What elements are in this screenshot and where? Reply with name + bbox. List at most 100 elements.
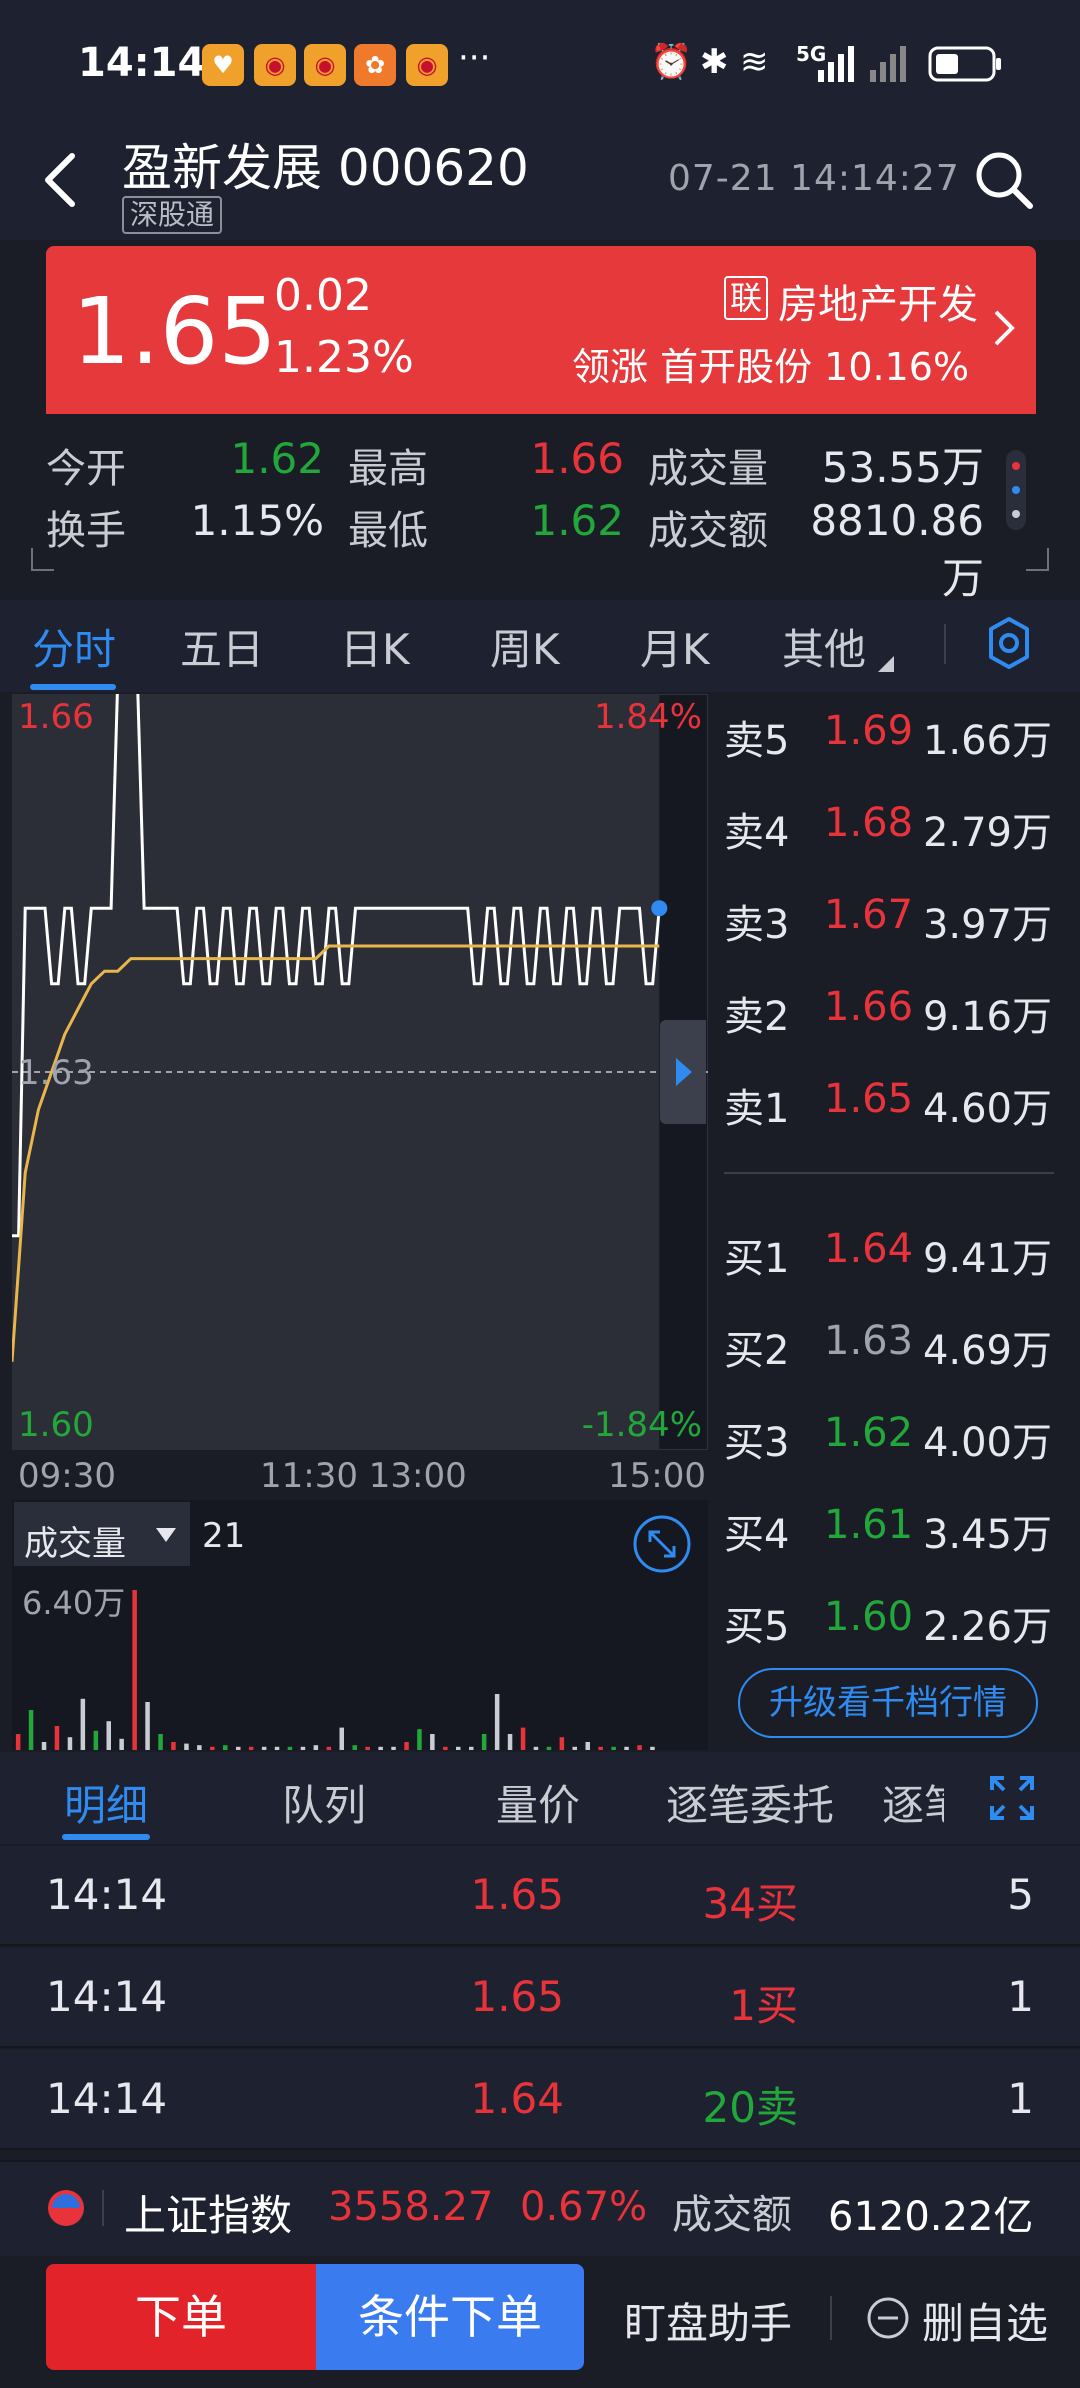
price-change: 0.02: [274, 270, 372, 321]
current-price: 1.65: [72, 278, 277, 385]
index-logo-icon: [48, 2190, 84, 2226]
y-bottom-price: 1.60: [18, 1405, 94, 1445]
trade-price: 1.65: [470, 1870, 564, 1919]
volume-bar: [481, 1734, 487, 1750]
volume-bar: [572, 1746, 577, 1750]
tab-underline: [30, 684, 116, 690]
volume-bar: [41, 1742, 47, 1750]
volume-bar: [15, 1734, 21, 1750]
volume-bar: [469, 1746, 474, 1750]
sector-name[interactable]: 房地产开发: [778, 272, 978, 330]
back-arrow-icon[interactable]: [40, 150, 80, 210]
ask-price[interactable]: 1.68: [824, 800, 913, 846]
stock-title: 盈新发展 000620: [122, 139, 529, 197]
trade-volume: 1买: [729, 1981, 798, 2030]
index-amount: 6120.22亿: [828, 2194, 1034, 2240]
wifi-icon: ≋: [740, 42, 769, 82]
weibo-icon: ◉: [304, 44, 346, 86]
tab-queue[interactable]: 队列: [282, 1772, 366, 1833]
volume-bar: [611, 1746, 616, 1750]
ask-price[interactable]: 1.69: [824, 708, 913, 754]
sector-badge: 联: [724, 276, 768, 320]
low-value: 1.62: [530, 496, 624, 545]
bid-label: 买5: [724, 1604, 790, 1650]
low-label: 最低: [348, 508, 428, 554]
volume-bar: [598, 1746, 603, 1750]
app-notification-icon: ♥: [202, 44, 244, 86]
play-arrow-icon: [676, 1058, 692, 1086]
sector-leader[interactable]: 领涨 首开股份 10.16%: [572, 336, 969, 391]
tab-underline: [62, 1834, 150, 1840]
bid-price[interactable]: 1.64: [824, 1226, 913, 1272]
bid-price[interactable]: 1.60: [824, 1594, 913, 1640]
tab-intraday[interactable]: 分时: [32, 616, 116, 677]
y-top-pct: 1.84%: [594, 697, 702, 737]
tab-volume-price[interactable]: 量价: [496, 1772, 580, 1833]
index-amount-label: 成交额: [672, 2192, 792, 2238]
tab-five-day[interactable]: 五日: [180, 616, 264, 677]
bid-price[interactable]: 1.62: [824, 1410, 913, 1456]
bid-price[interactable]: 1.61: [824, 1502, 913, 1548]
volume-bar: [417, 1729, 422, 1750]
trade-count: 1: [1007, 1972, 1034, 2021]
volume-bar: [93, 1730, 99, 1750]
fullscreen-icon[interactable]: [632, 1514, 692, 1574]
volume-bar: [404, 1742, 409, 1750]
expand-orderbook-handle[interactable]: [660, 1020, 706, 1124]
volume-bar: [287, 1746, 293, 1750]
remove-watchlist-button[interactable]: 删自选: [922, 2290, 1048, 2351]
volume-bar: [650, 1746, 655, 1750]
place-order-button[interactable]: 下单: [46, 2264, 316, 2370]
volume-bar: [197, 1745, 202, 1750]
expand-icon[interactable]: [990, 1776, 1034, 1820]
corner-mark: [1026, 548, 1049, 571]
bid-label: 买2: [724, 1328, 790, 1374]
gear-icon[interactable]: [982, 616, 1036, 670]
time-mid: 11:30 13:00: [260, 1456, 467, 1496]
bid-price[interactable]: 1.63: [824, 1318, 913, 1364]
chevron-right-icon[interactable]: [992, 308, 1016, 348]
volume-bar: [119, 1738, 124, 1750]
divider: [830, 2296, 832, 2340]
ask-volume: 3.97万: [922, 902, 1052, 948]
tab-order-by-order[interactable]: 逐笔委托: [666, 1772, 834, 1833]
open-label: 今开: [46, 446, 126, 492]
tab-daily-k[interactable]: 日K: [340, 616, 410, 677]
intraday-chart-svg: 1.66 1.84% 1.63 1.60 -1.84%: [12, 694, 708, 1450]
tab-monthly-k[interactable]: 月K: [640, 616, 710, 677]
conditional-order-button[interactable]: 条件下单: [316, 2264, 584, 2370]
tab-detail[interactable]: 明细: [64, 1772, 148, 1833]
bid-volume: 9.41万: [922, 1236, 1052, 1282]
volume-bar: [637, 1745, 642, 1750]
bluetooth-icon: ✱: [700, 42, 729, 82]
volume-bar: [158, 1734, 163, 1750]
time-start: 09:30: [18, 1456, 116, 1496]
volume-bar: [494, 1694, 500, 1750]
bid-volume: 4.69万: [922, 1328, 1052, 1374]
tab-other[interactable]: 其他: [782, 616, 866, 677]
index-change-pct: 0.67%: [520, 2184, 648, 2230]
upgrade-depth-button[interactable]: 升级看千档行情: [738, 1668, 1038, 1738]
volume-bar: [546, 1746, 552, 1750]
volume-bar: [456, 1746, 461, 1750]
more-icon[interactable]: [1006, 450, 1026, 530]
high-label: 最高: [348, 446, 428, 492]
turnover-label: 换手: [46, 508, 126, 554]
ask-price[interactable]: 1.67: [824, 892, 913, 938]
monitor-assistant-button[interactable]: 盯盘助手: [624, 2290, 792, 2351]
volume-bar: [533, 1746, 539, 1750]
index-name: 上证指数: [124, 2191, 293, 2240]
volume-indicator-label: 成交量: [24, 1524, 126, 1564]
trade-price: 1.65: [470, 1972, 564, 2021]
minus-circle-icon[interactable]: [866, 2296, 910, 2340]
volume-bar: [326, 1746, 332, 1750]
bid-label: 买3: [724, 1420, 790, 1466]
search-icon[interactable]: [972, 148, 1036, 212]
volume-bar: [443, 1746, 448, 1750]
ask-price[interactable]: 1.66: [824, 984, 913, 1030]
ask-label: 卖5: [724, 718, 790, 764]
volume-bar: [236, 1746, 241, 1750]
tab-trade-by-trade[interactable]: 逐笔: [882, 1772, 944, 1833]
tab-weekly-k[interactable]: 周K: [490, 616, 560, 677]
ask-price[interactable]: 1.65: [824, 1076, 913, 1122]
